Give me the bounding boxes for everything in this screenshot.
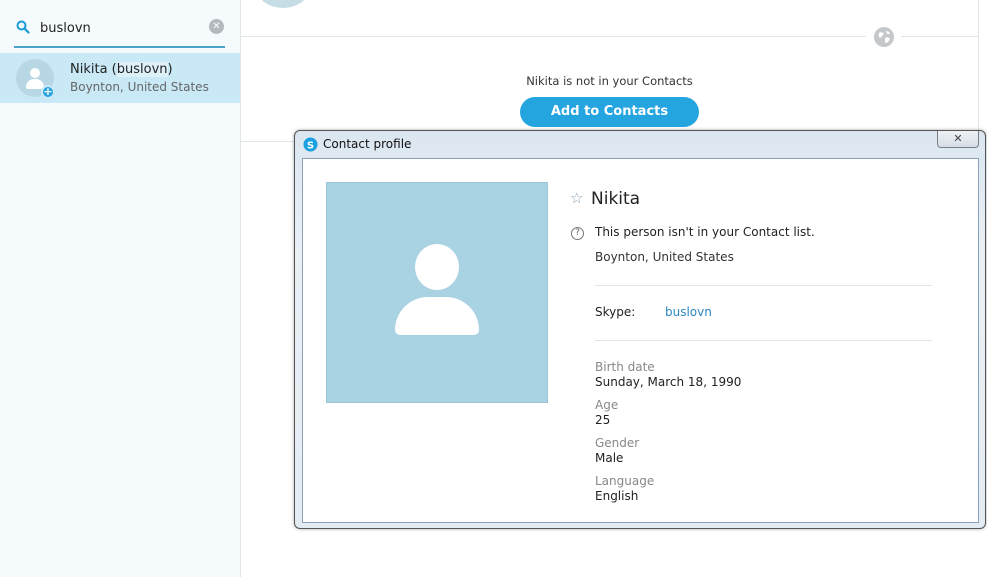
language-label: Language [595,474,655,488]
search-input[interactable] [40,18,200,38]
result-name-prefix: Nikita ( [70,62,117,77]
result-location: Boynton, United States [70,80,209,94]
add-to-contacts-button[interactable]: Add to Contacts [520,97,699,127]
divider [241,141,301,142]
sidebar: ✕ + Nikita (buslovn) Boynton, United Sta… [0,0,241,577]
search-icon [16,20,30,34]
close-button[interactable]: ✕ [937,131,979,148]
birth-date-value: Sunday, March 18, 1990 [595,375,742,389]
result-name: Nikita (buslovn) [70,62,173,77]
contact-location: Boynton, United States [595,250,734,264]
question-icon: ? [571,227,584,240]
star-icon[interactable]: ☆ [570,191,585,206]
divider [901,36,978,37]
divider [241,36,866,37]
gender-label: Gender [595,436,640,450]
clear-icon[interactable]: ✕ [209,19,224,34]
svg-text:S: S [307,140,314,151]
birth-date-label: Birth date [595,360,655,374]
globe-icon[interactable] [873,26,895,48]
not-in-list-text: This person isn't in your Contact list. [595,225,815,239]
search-box: ✕ [14,14,225,48]
profile-photo [326,182,548,403]
age-value: 25 [595,413,611,427]
add-contact-badge-icon: + [41,85,55,99]
contact-profile-dialog: S Contact profile ✕ ☆ Nikita ? This pers… [294,130,986,529]
language-value: English [595,489,639,503]
gender-value: Male [595,451,624,465]
skype-label: Skype: [595,305,636,319]
divider [595,285,932,286]
result-name-suffix: ) [167,62,173,77]
dialog-body: ☆ Nikita ? This person isn't in your Con… [302,158,979,523]
profile-avatar [257,0,309,8]
skype-logo-fragment-icon [32,0,52,4]
result-name-match: buslovn [116,62,168,77]
skype-icon: S [303,137,318,152]
skype-name-link[interactable]: buslovn [665,305,712,319]
contact-name: Nikita [591,189,641,209]
age-label: Age [595,398,619,412]
not-in-contacts-text: Nikita is not in your Contacts [526,74,693,88]
dialog-title: Contact profile [323,137,412,151]
search-result-item[interactable]: + Nikita (buslovn) Boynton, United State… [0,53,240,103]
pane-border [978,0,979,130]
divider [595,340,932,341]
